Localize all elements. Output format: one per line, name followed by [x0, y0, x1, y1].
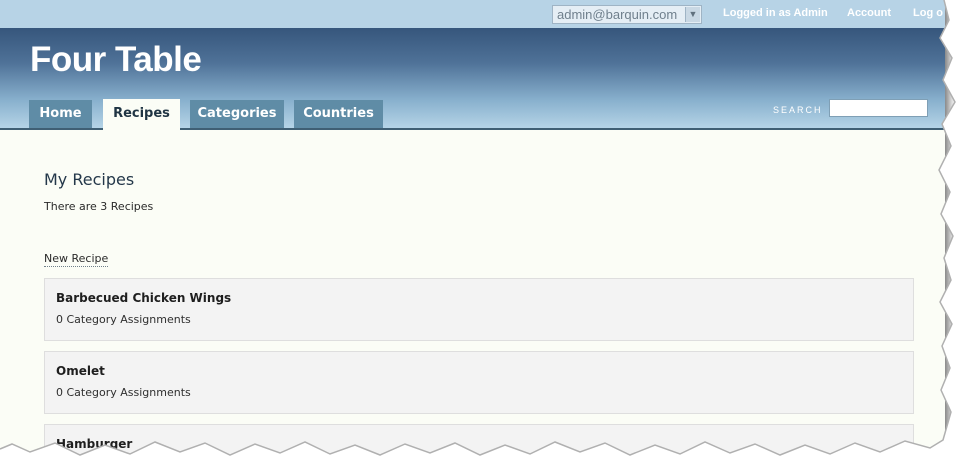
search-label: SEARCH	[773, 105, 823, 115]
chevron-down-icon[interactable]: ▼	[685, 7, 700, 22]
recipe-card[interactable]: Omelet 0 Category Assignments	[44, 351, 914, 414]
tab-categories[interactable]: Categories	[190, 100, 284, 128]
search-input[interactable]	[829, 99, 928, 117]
tab-recipes[interactable]: Recipes	[103, 99, 180, 130]
logged-in-status: Logged in as Admin	[723, 7, 828, 19]
tab-countries[interactable]: Countries	[294, 100, 383, 128]
recipe-count: There are 3 Recipes	[44, 200, 154, 213]
account-link[interactable]: Account	[847, 7, 891, 19]
site-title[interactable]: Four Table	[30, 40, 202, 80]
page-title: My Recipes	[44, 170, 135, 189]
recipe-category-assignments: 0 Category Assignments	[56, 386, 191, 399]
new-recipe-link[interactable]: New Recipe	[44, 252, 109, 267]
recipe-name[interactable]: Hamburger	[56, 437, 132, 451]
recipe-card[interactable]: Hamburger	[44, 424, 914, 455]
browser-page: admin@barquin.com ▼ Logged in as Admin A…	[0, 0, 945, 455]
site-header: Four Table Home Recipes Categories Count…	[0, 28, 945, 130]
top-bar: admin@barquin.com ▼ Logged in as Admin A…	[0, 0, 945, 28]
tab-home[interactable]: Home	[29, 100, 92, 128]
user-select-value: admin@barquin.com	[557, 7, 678, 22]
recipe-card[interactable]: Barbecued Chicken Wings 0 Category Assig…	[44, 278, 914, 341]
user-select[interactable]: admin@barquin.com ▼	[552, 5, 702, 24]
recipe-category-assignments: 0 Category Assignments	[56, 313, 191, 326]
logout-link[interactable]: Log o	[913, 7, 943, 19]
recipe-name[interactable]: Omelet	[56, 364, 105, 378]
recipe-name[interactable]: Barbecued Chicken Wings	[56, 291, 231, 305]
